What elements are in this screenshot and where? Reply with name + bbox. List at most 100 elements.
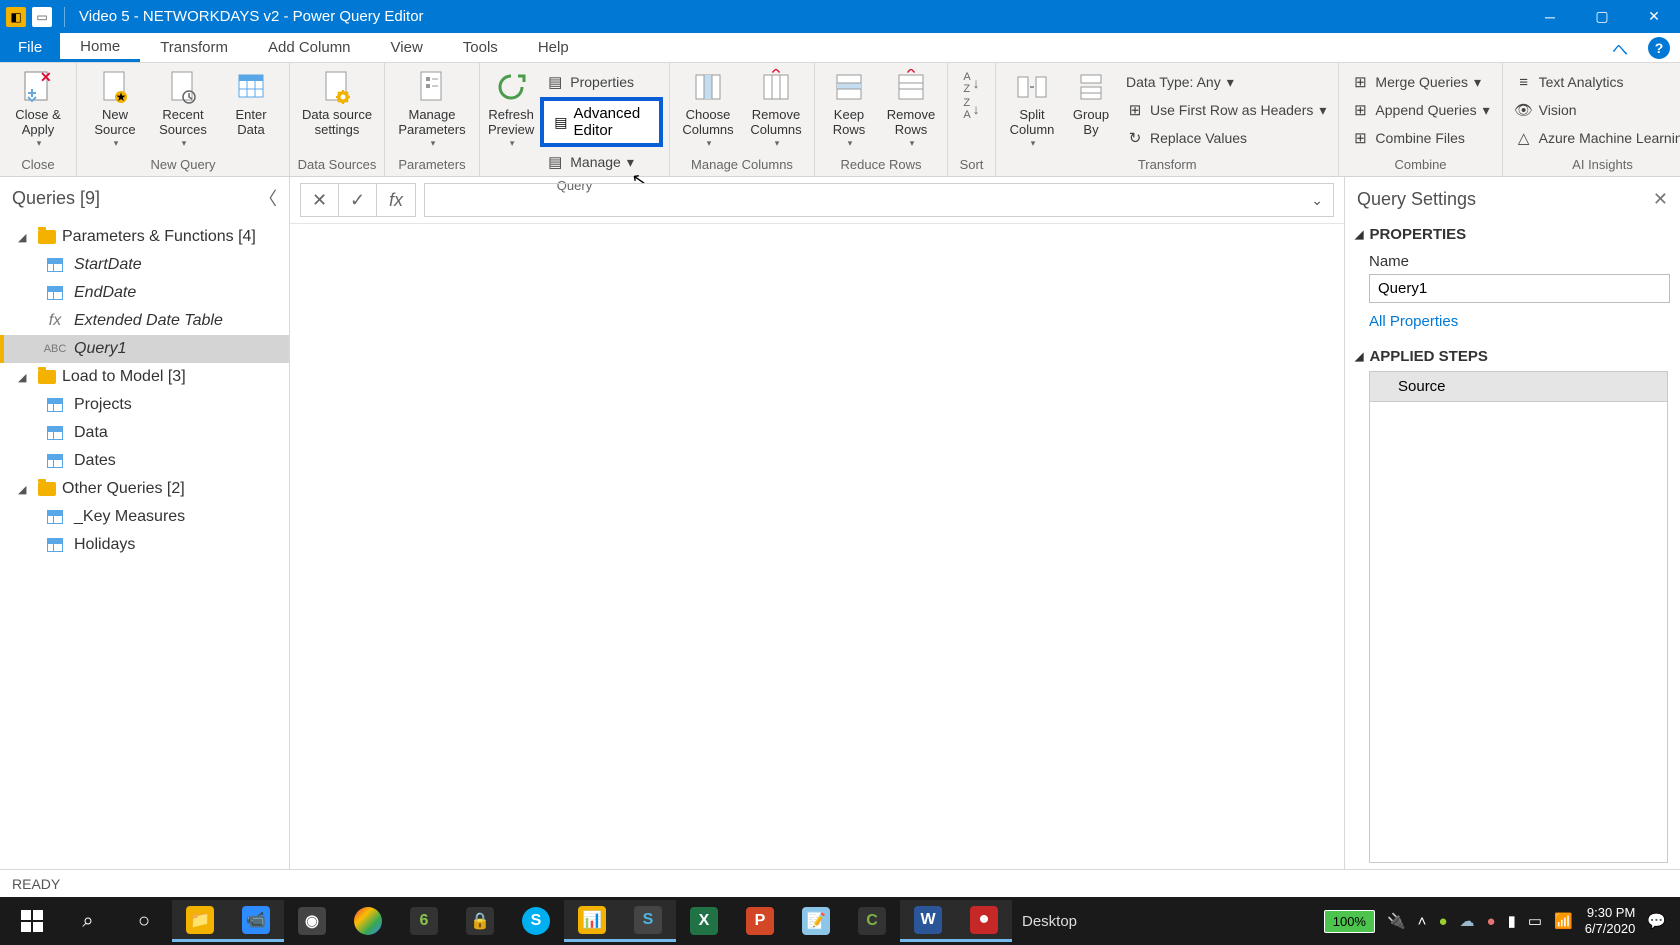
app-button-2[interactable]: 6: [396, 900, 452, 942]
azure-ml-button[interactable]: △Azure Machine Learning: [1509, 125, 1680, 151]
skype-button[interactable]: S: [508, 900, 564, 942]
query-extended-date-table[interactable]: fxExtended Date Table: [0, 307, 289, 335]
tab-file[interactable]: File: [0, 33, 60, 62]
maximize-button[interactable]: ▢: [1576, 0, 1628, 33]
remove-rows-button[interactable]: ✕ Remove Rows▾: [881, 67, 941, 148]
query-startdate[interactable]: StartDate: [0, 251, 289, 279]
all-properties-link[interactable]: All Properties: [1355, 303, 1670, 342]
close-window-button[interactable]: ✕: [1628, 0, 1680, 33]
power-icon[interactable]: 🔌: [1387, 912, 1406, 930]
powerpoint-button[interactable]: P: [732, 900, 788, 942]
manage-button[interactable]: ▤Manage▾: [540, 149, 663, 175]
notifications-icon[interactable]: 💬: [1647, 912, 1666, 930]
formula-expand-icon[interactable]: ⌄: [1311, 192, 1323, 209]
advanced-editor-button[interactable]: ▤Advanced Editor: [540, 97, 663, 147]
word-button[interactable]: W: [900, 900, 956, 942]
tab-tools[interactable]: Tools: [443, 33, 518, 62]
cortana-button[interactable]: ○: [116, 900, 172, 942]
formula-commit-button[interactable]: ✓: [339, 184, 377, 216]
keep-rows-button[interactable]: Keep Rows▾: [821, 67, 877, 148]
start-button[interactable]: [4, 900, 60, 942]
tray-chevron-icon[interactable]: ˄: [1418, 913, 1427, 930]
desktop-label[interactable]: Desktop: [1012, 913, 1087, 930]
recorder-button[interactable]: ⏺: [956, 900, 1012, 942]
data-source-settings-button[interactable]: Data source settings: [296, 67, 378, 138]
refresh-preview-button[interactable]: Refresh Preview▾: [486, 67, 536, 148]
managecols-group-label: Manage Columns: [676, 154, 808, 176]
enter-data-button[interactable]: Enter Data: [219, 67, 283, 138]
folder-icon: [38, 482, 56, 496]
minimize-button[interactable]: ─: [1524, 0, 1576, 33]
remove-rows-icon: ✕: [893, 69, 929, 105]
close-apply-button[interactable]: ✕ Close & Apply▾: [6, 67, 70, 148]
collapse-queries-icon[interactable]: 〈: [259, 185, 277, 211]
applied-steps-header[interactable]: ◢APPLIED STEPS: [1355, 342, 1670, 371]
tab-view[interactable]: View: [371, 33, 443, 62]
text-analytics-icon: ≡: [1515, 73, 1533, 91]
search-button[interactable]: ⌕: [60, 900, 116, 942]
properties-button[interactable]: ▤Properties: [540, 69, 663, 95]
notepad-button[interactable]: 📝: [788, 900, 844, 942]
status-bar: READY: [0, 869, 1680, 897]
usb-icon[interactable]: ▮: [1508, 912, 1516, 930]
remove-columns-button[interactable]: ✕ Remove Columns▾: [744, 67, 808, 148]
merge-queries-button[interactable]: ⊞Merge Queries▾: [1345, 69, 1495, 95]
sort-desc-button[interactable]: ZA↓: [963, 97, 979, 121]
onedrive-icon[interactable]: ☁: [1460, 912, 1475, 930]
zoom-button[interactable]: 📹: [228, 900, 284, 942]
formula-fx-button[interactable]: fx: [377, 184, 415, 216]
vision-button[interactable]: 👁Vision: [1509, 97, 1680, 123]
query-name-input[interactable]: [1369, 274, 1670, 303]
properties-section-header[interactable]: ◢PROPERTIES: [1355, 220, 1670, 249]
replace-values-button[interactable]: ↻Replace Values: [1120, 125, 1332, 151]
clock[interactable]: 9:30 PM 6/7/2020: [1585, 905, 1636, 936]
camtasia-button[interactable]: C: [844, 900, 900, 942]
query-query1[interactable]: ABCQuery1: [0, 335, 289, 363]
first-row-headers-button[interactable]: ⊞Use First Row as Headers▾: [1120, 97, 1332, 123]
query-dates[interactable]: Dates: [0, 447, 289, 475]
text-analytics-button[interactable]: ≡Text Analytics: [1509, 69, 1680, 95]
query-holidays[interactable]: Holidays: [0, 531, 289, 559]
folder-load-to-model[interactable]: ◢Load to Model [3]: [0, 363, 289, 391]
folder-parameters-functions[interactable]: ◢Parameters & Functions [4]: [0, 223, 289, 251]
group-by-button[interactable]: Group By: [1066, 67, 1116, 138]
tray-app-icon[interactable]: ●: [1487, 913, 1496, 930]
wifi-icon[interactable]: 📶: [1554, 912, 1573, 930]
tab-home[interactable]: Home: [60, 33, 140, 62]
append-queries-button[interactable]: ⊞Append Queries▾: [1345, 97, 1495, 123]
tab-help[interactable]: Help: [518, 33, 589, 62]
new-source-button[interactable]: ★ New Source▾: [83, 67, 147, 148]
chrome-button[interactable]: [340, 900, 396, 942]
choose-columns-button[interactable]: Choose Columns▾: [676, 67, 740, 148]
manage-parameters-button[interactable]: Manage Parameters▾: [391, 67, 473, 148]
tray-status-icon[interactable]: ●: [1438, 913, 1447, 930]
help-icon[interactable]: ?: [1648, 37, 1670, 59]
tab-add-column[interactable]: Add Column: [248, 33, 371, 62]
recent-sources-button[interactable]: Recent Sources▾: [151, 67, 215, 148]
data-type-button[interactable]: Data Type: Any▾: [1120, 69, 1332, 95]
battery-icon[interactable]: ▭: [1528, 912, 1542, 930]
window-title: Video 5 - NETWORKDAYS v2 - Power Query E…: [71, 8, 424, 25]
formula-cancel-button[interactable]: ✕: [301, 184, 339, 216]
app-button-3[interactable]: 🔒: [452, 900, 508, 942]
table-icon: [47, 510, 63, 524]
folder-other-queries[interactable]: ◢Other Queries [2]: [0, 475, 289, 503]
close-settings-button[interactable]: ✕: [1653, 189, 1668, 210]
tab-transform[interactable]: Transform: [140, 33, 248, 62]
split-column-button[interactable]: Split Column▾: [1002, 67, 1062, 148]
formula-input[interactable]: ⌄: [424, 183, 1334, 217]
battery-indicator[interactable]: 100%: [1324, 910, 1375, 933]
query-data[interactable]: Data: [0, 419, 289, 447]
powerbi-button[interactable]: 📊: [564, 900, 620, 942]
app-button-1[interactable]: ◉: [284, 900, 340, 942]
combine-files-button[interactable]: ⊞Combine Files: [1345, 125, 1495, 151]
file-explorer-button[interactable]: 📁: [172, 900, 228, 942]
snagit-button[interactable]: S: [620, 900, 676, 942]
applied-step-source[interactable]: Source: [1369, 371, 1668, 402]
collapse-ribbon-icon[interactable]: へ: [1612, 33, 1628, 62]
sort-asc-button[interactable]: AZ↓: [963, 71, 979, 95]
query-projects[interactable]: Projects: [0, 391, 289, 419]
query-key-measures[interactable]: _Key Measures: [0, 503, 289, 531]
excel-button[interactable]: X: [676, 900, 732, 942]
query-enddate[interactable]: EndDate: [0, 279, 289, 307]
